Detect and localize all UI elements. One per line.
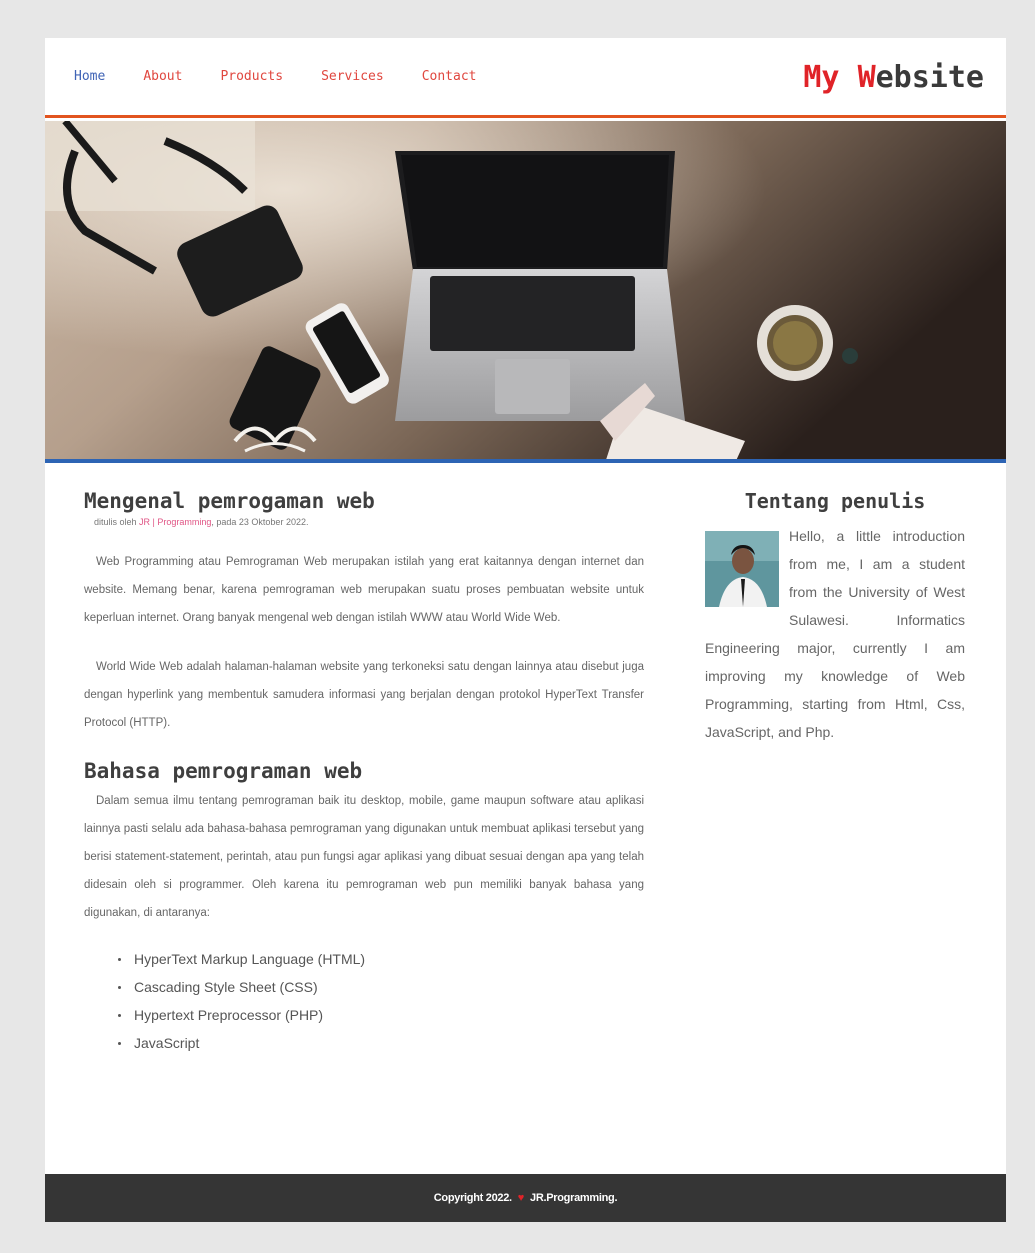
nav-products-link[interactable]: Products (220, 69, 283, 84)
article-subtitle: Bahasa pemrograman web (84, 759, 363, 783)
header: Home About Products Services Contact My … (45, 38, 1006, 118)
avatar-photo (705, 531, 779, 607)
article: Mengenal pemrogaman web ditulis oleh JR … (84, 487, 644, 1057)
byline-author-link[interactable]: JR | Programming (139, 517, 211, 527)
article-paragraph-3: Dalam semua ilmu tentang pemrograman bai… (84, 795, 644, 919)
byline-suffix: , pada 23 Oktober 2022. (211, 517, 309, 527)
nav-services-link[interactable]: Services (321, 69, 384, 84)
list-item: HyperText Markup Language (HTML) (118, 945, 644, 973)
list-item: Cascading Style Sheet (CSS) (118, 973, 644, 1001)
nav-contact-link[interactable]: Contact (422, 69, 477, 84)
byline-prefix: ditulis oleh (94, 517, 140, 527)
article-byline: ditulis oleh JR | Programming, pada 23 O… (94, 517, 644, 527)
article-paragraph-1: Web Programming atau Pemrograman Web mer… (84, 556, 644, 624)
main-nav: Home About Products Services Contact (74, 69, 515, 84)
list-item: JavaScript (118, 1029, 644, 1057)
logo-part-w: W (857, 60, 876, 95)
article-paragraph-2: World Wide Web adalah halaman-halaman we… (84, 661, 644, 729)
sidebar: Tentang penulis Hello, a little introduc… (705, 487, 965, 746)
footer: Copyright 2022. ♥ JR.Programming. (45, 1174, 1006, 1222)
footer-brand: JR.Programming. (530, 1192, 618, 1204)
logo-part-ebsite: ebsite (875, 60, 984, 95)
author-bio: Hello, a little introduction from me, I … (705, 522, 965, 746)
heart-icon: ♥ (517, 1192, 525, 1204)
hero-image (45, 121, 1006, 463)
language-list: HyperText Markup Language (HTML) Cascadi… (118, 945, 644, 1057)
author-avatar (705, 531, 779, 607)
article-title: Mengenal pemrogaman web (84, 489, 375, 513)
sidebar-title: Tentang penulis (744, 489, 926, 513)
nav-about-link[interactable]: About (143, 69, 182, 84)
list-item: Hypertext Preprocessor (PHP) (118, 1001, 644, 1029)
page-container: Home About Products Services Contact My … (45, 38, 1006, 1222)
footer-copyright: Copyright 2022. (433, 1192, 512, 1204)
nav-home-link[interactable]: Home (74, 69, 105, 84)
logo-part-my: My (803, 60, 858, 95)
site-logo[interactable]: My Website (803, 60, 984, 95)
hero-desk-illustration (45, 121, 1006, 459)
